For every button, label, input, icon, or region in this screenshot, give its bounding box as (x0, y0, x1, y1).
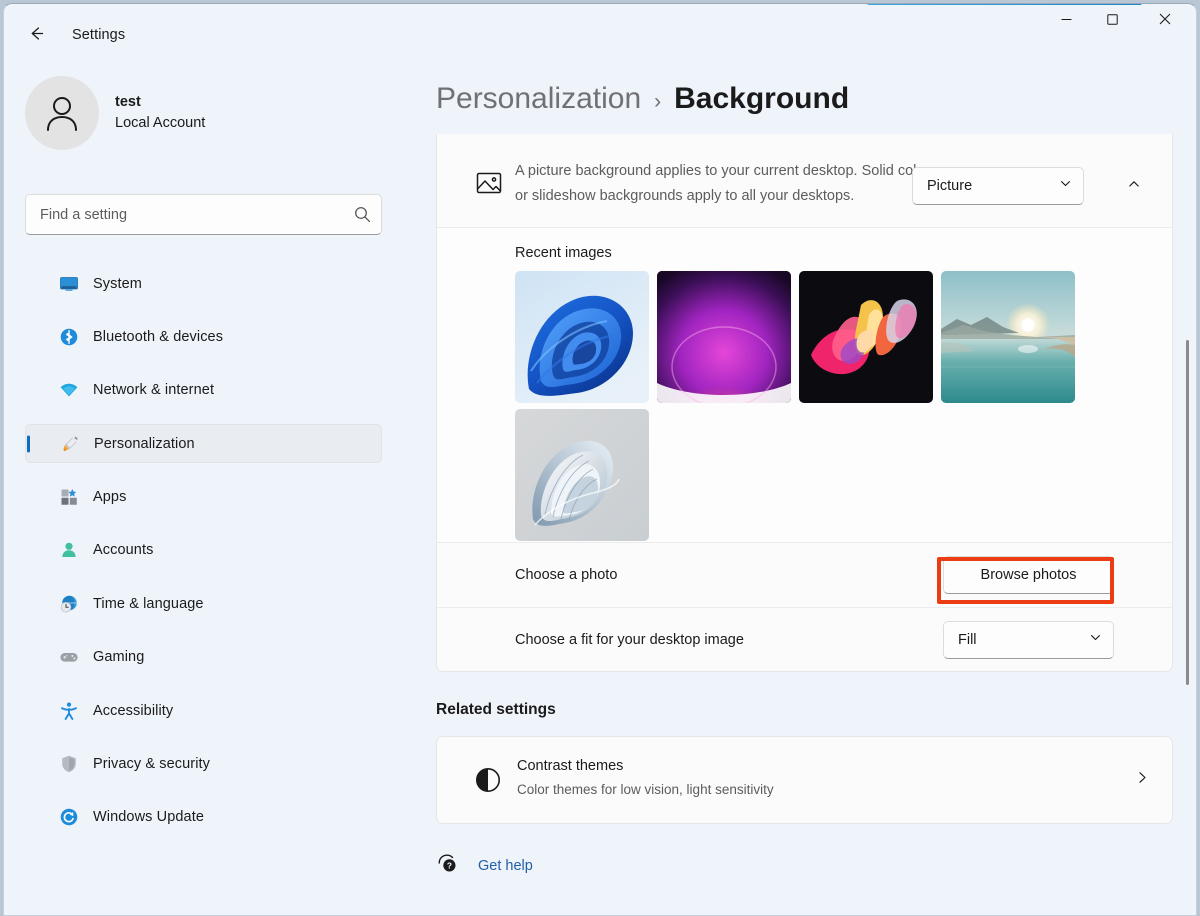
sidebar: test Local Account System Bluetooth & dev… (4, 52, 416, 915)
sidebar-item-label: Accounts (93, 542, 154, 559)
maximize-icon (1106, 12, 1118, 30)
sidebar-item-bluetooth-devices[interactable]: Bluetooth & devices (25, 317, 382, 356)
background-settings-card: A picture background applies to your cur… (436, 134, 1173, 672)
sidebar-item-windows-update[interactable]: Windows Update (25, 798, 382, 837)
main-scrollbar[interactable] (1181, 134, 1195, 915)
page-title: Background (674, 82, 850, 115)
maximize-button[interactable] (1089, 4, 1135, 37)
close-icon (1159, 12, 1171, 30)
image-picture-icon (475, 169, 503, 197)
minimize-icon (1061, 12, 1072, 30)
choose-fit-row: Choose a fit for your desktop image Fill (437, 607, 1172, 672)
get-help-label: Get help (478, 857, 533, 874)
clock-globe-icon (59, 594, 79, 614)
sidebar-item-personalization[interactable]: Personalization (25, 424, 382, 464)
contrast-circle-icon (475, 767, 501, 793)
svg-text:?: ? (447, 860, 452, 870)
account-card[interactable]: test Local Account (25, 76, 205, 150)
sidebar-item-gaming[interactable]: Gaming (25, 638, 382, 677)
background-card-header: A picture background applies to your cur… (437, 134, 1172, 227)
account-name: test (115, 94, 141, 110)
person-icon (59, 540, 79, 560)
sidebar-item-label: Time & language (93, 595, 204, 612)
search-icon (343, 206, 381, 223)
collapse-section-button[interactable] (1115, 167, 1153, 205)
monitor-icon (59, 274, 79, 294)
breadcrumb: Personalization › Background (436, 82, 849, 116)
account-text: test Local Account (115, 92, 205, 134)
sidebar-nav: System Bluetooth & devices Network & inter… (25, 264, 382, 851)
wallpaper-thumbnail-lake-sunrise-landscape[interactable] (941, 271, 1075, 403)
sidebar-item-label: Windows Update (93, 809, 205, 826)
settings-window: Settings test Local Account Find a setti… (3, 3, 1197, 916)
get-help-link[interactable]: ? Get help (436, 852, 533, 879)
sidebar-item-accounts[interactable]: Accounts (25, 531, 382, 570)
choose-fit-label: Choose a fit for your desktop image (515, 632, 744, 648)
desktop-image-fit-value: Fill (958, 632, 977, 648)
sidebar-item-system[interactable]: System (25, 264, 382, 303)
wifi-icon (59, 380, 79, 400)
chevron-down-icon (1059, 177, 1072, 195)
shield-icon (59, 754, 79, 774)
chevron-down-icon (1089, 631, 1102, 649)
choose-photo-row: Choose a photo Browse photos (437, 542, 1172, 607)
help-question-icon: ? (436, 852, 458, 879)
sidebar-item-label: Personalization (94, 435, 195, 452)
paintbrush-icon (60, 434, 80, 454)
desktop-image-fit-select[interactable]: Fill (943, 621, 1114, 659)
recent-images-grid (515, 271, 1095, 541)
avatar (25, 76, 99, 150)
apps-grid-icon (59, 487, 79, 507)
back-button[interactable] (18, 20, 54, 52)
close-button[interactable] (1142, 4, 1188, 37)
choose-photo-label: Choose a photo (515, 567, 618, 583)
gamepad-icon (59, 647, 79, 667)
sidebar-item-time-language[interactable]: Time & language (25, 584, 382, 623)
sidebar-item-accessibility[interactable]: Accessibility (25, 691, 382, 730)
sidebar-item-privacy-security[interactable]: Privacy & security (25, 745, 382, 784)
browse-photos-button[interactable]: Browse photos (943, 556, 1114, 594)
sidebar-item-label: System (93, 275, 142, 292)
wallpaper-thumbnail-white-paper-flower[interactable] (515, 409, 649, 541)
background-type-value: Picture (927, 178, 973, 194)
accessibility-icon (59, 701, 79, 721)
breadcrumb-separator: › (654, 90, 662, 113)
sidebar-item-label: Network & internet (93, 382, 215, 399)
sidebar-item-label: Accessibility (93, 702, 174, 719)
sidebar-item-label: Bluetooth & devices (93, 328, 224, 345)
sidebar-item-label: Gaming (93, 649, 145, 666)
account-subtitle: Local Account (115, 115, 206, 131)
update-refresh-icon (59, 807, 79, 827)
background-type-select[interactable]: Picture (912, 167, 1084, 205)
contrast-themes-title: Contrast themes (517, 758, 624, 774)
sidebar-item-network-internet[interactable]: Network & internet (25, 371, 382, 410)
sidebar-item-label: Apps (93, 489, 127, 506)
wallpaper-thumbnail-colorful-abstract-dark[interactable] (799, 271, 933, 403)
scrollbar-thumb[interactable] (1186, 340, 1189, 685)
wallpaper-thumbnail-purple-orb-glow[interactable] (657, 271, 791, 403)
background-description: A picture background applies to your cur… (515, 163, 930, 204)
search-box[interactable] (25, 194, 382, 235)
chevron-up-icon (1127, 177, 1141, 196)
related-settings-title: Related settings (436, 701, 556, 718)
bluetooth-icon (59, 327, 79, 347)
wallpaper-thumbnail-windows-bloom-blue[interactable] (515, 271, 649, 403)
chevron-right-icon (1135, 770, 1150, 790)
title-bar: Settings (4, 4, 1196, 52)
search-input[interactable] (26, 206, 343, 223)
app-title: Settings (72, 27, 126, 43)
settings-scroll-area: A picture background applies to your cur… (416, 134, 1196, 915)
recent-images-title: Recent images (515, 245, 612, 261)
arrow-left-icon (27, 24, 46, 48)
recent-images-panel: Recent images (437, 227, 1172, 542)
contrast-themes-subtitle: Color themes for low vision, light sensi… (517, 782, 774, 797)
related-setting-contrast-themes[interactable]: Contrast themes Color themes for low vis… (436, 736, 1173, 824)
breadcrumb-parent[interactable]: Personalization (436, 82, 641, 116)
sidebar-item-apps[interactable]: Apps (25, 478, 382, 517)
sidebar-item-label: Privacy & security (93, 756, 211, 773)
minimize-button[interactable] (1043, 4, 1089, 37)
main-content: Personalization › Background A picture b… (416, 52, 1196, 915)
